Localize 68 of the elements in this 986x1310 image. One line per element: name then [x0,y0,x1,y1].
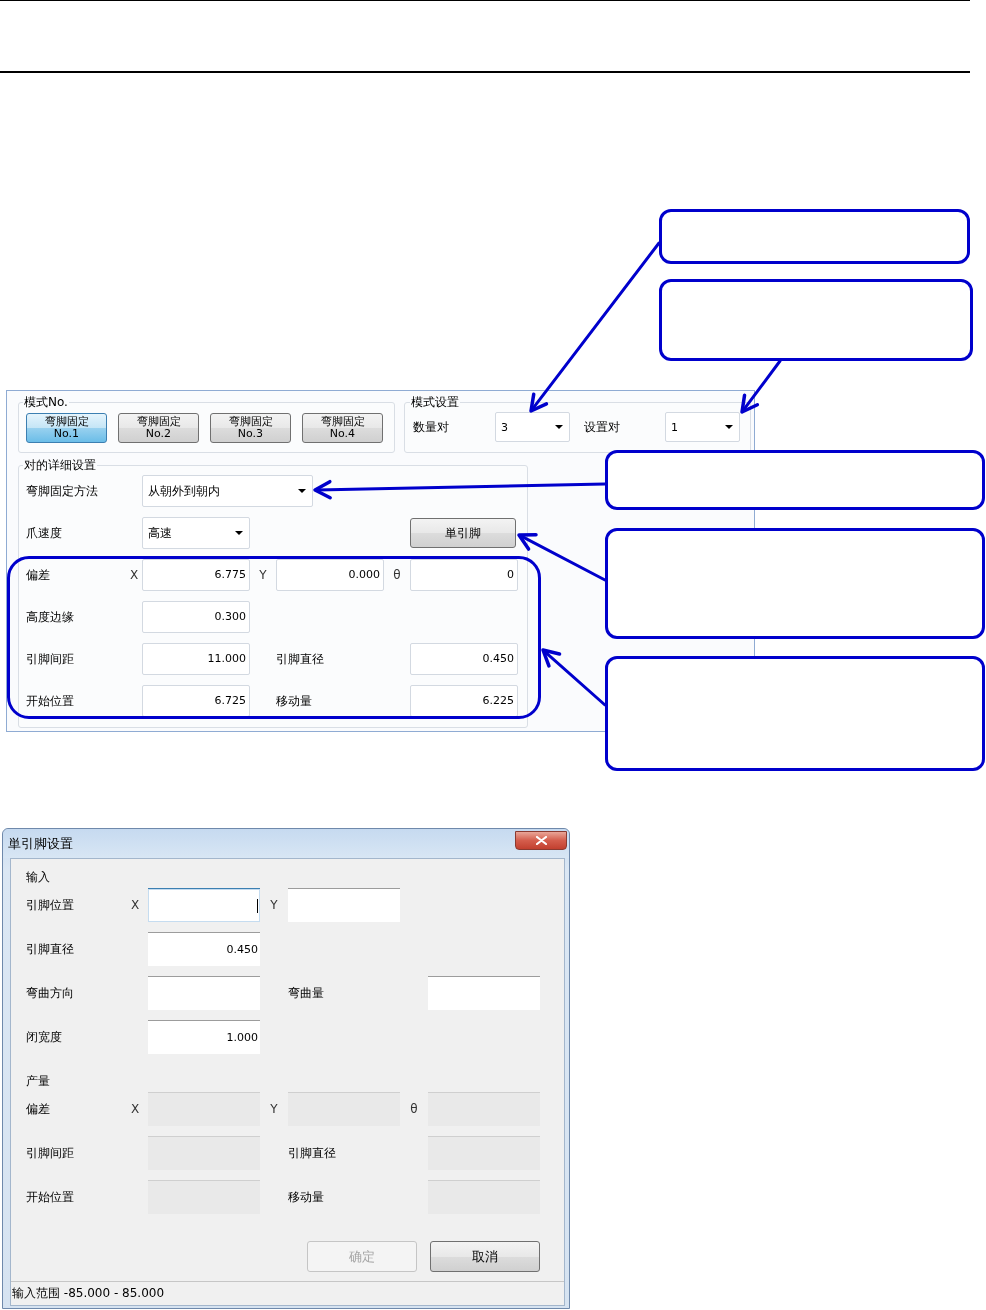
pattern-button[interactable]: 弯脚固定 No.1 [26,413,107,443]
arrow [541,648,607,707]
group-title: 对的详细设置 [23,458,97,472]
arrow [740,359,782,414]
text-field[interactable]: 1.000 [148,1020,260,1054]
section-title: 输入 [26,870,50,884]
dialog-button[interactable]: 取消 [430,1241,540,1272]
field-label: 引脚直径 [276,652,324,666]
dropdown[interactable]: 1 [665,412,740,442]
axis-label: Y [270,1102,278,1116]
axis-label: X [130,1102,140,1116]
pattern-button[interactable]: 弯脚固定 No.2 [118,413,199,443]
field-label: 偏差 [26,1102,50,1116]
caret-icon [725,425,733,429]
dropdown[interactable]: 高速 [142,517,250,549]
field-label: 引脚位置 [26,898,74,912]
axis-label: Y [270,898,278,912]
field-label: 弯脚固定方法 [26,484,98,498]
pattern-button[interactable]: 弯脚固定 No.4 [302,413,383,443]
close-button[interactable] [515,831,567,850]
field-label: 爪速度 [26,526,62,540]
text-field[interactable] [148,888,260,922]
number-field[interactable]: 6.725 [142,685,250,717]
field-label: 引脚直径 [26,942,74,956]
field-label: 移动量 [276,694,312,708]
number-field[interactable]: 6.225 [410,685,518,717]
text-field[interactable]: 0.450 [148,932,260,966]
text-field[interactable] [428,976,540,1010]
text-field[interactable] [148,976,260,1010]
field-label: 移动量 [288,1190,324,1204]
field-label: 引脚直径 [288,1146,336,1160]
number-field[interactable]: 0.000 [276,559,384,591]
number-field[interactable]: 11.000 [142,643,250,675]
pattern-button[interactable]: 弯脚固定 No.3 [210,413,291,443]
status-text: 输入范围 -85.000 - 85.000 [12,1285,165,1302]
field-label: 数量对 [413,420,449,434]
field-label: 引脚间距 [26,1146,74,1160]
field-label: 引脚间距 [26,652,74,666]
field-label: 弯曲量 [288,986,324,1000]
dropdown[interactable]: 3 [495,412,570,442]
number-field[interactable]: 0.300 [142,601,250,633]
caret-icon [298,489,306,493]
number-field[interactable]: 6.775 [142,559,250,591]
text-field[interactable] [288,888,400,922]
field-label: 闭宽度 [26,1030,62,1044]
number-field[interactable]: 0 [410,559,518,591]
axis-label: θ [393,568,401,582]
field-label: 开始位置 [26,1190,74,1204]
group-title: 模式No. [23,395,69,409]
field-label: 开始位置 [26,694,74,708]
field-label: 弯曲方向 [26,986,74,1000]
caret-icon [555,425,563,429]
axis-label: X [129,568,139,582]
dialog-title: 単引脚设置 [8,837,73,851]
axis-label: θ [410,1102,418,1116]
field-label: 设置对 [584,420,620,434]
field-label: 高度边缘 [26,610,74,624]
dropdown[interactable]: 从朝外到朝内 [142,475,313,507]
single-pin-button[interactable]: 単引脚 [410,518,516,548]
caret-icon [235,531,243,535]
number-field[interactable]: 0.450 [410,643,518,675]
section-title: 产量 [26,1074,50,1088]
close-icon [535,836,547,845]
group-title: 模式设置 [410,395,460,409]
field-label: 偏差 [26,568,50,582]
axis-label: X [130,898,140,912]
axis-label: Y [259,568,267,582]
text-cursor-icon [257,898,258,913]
